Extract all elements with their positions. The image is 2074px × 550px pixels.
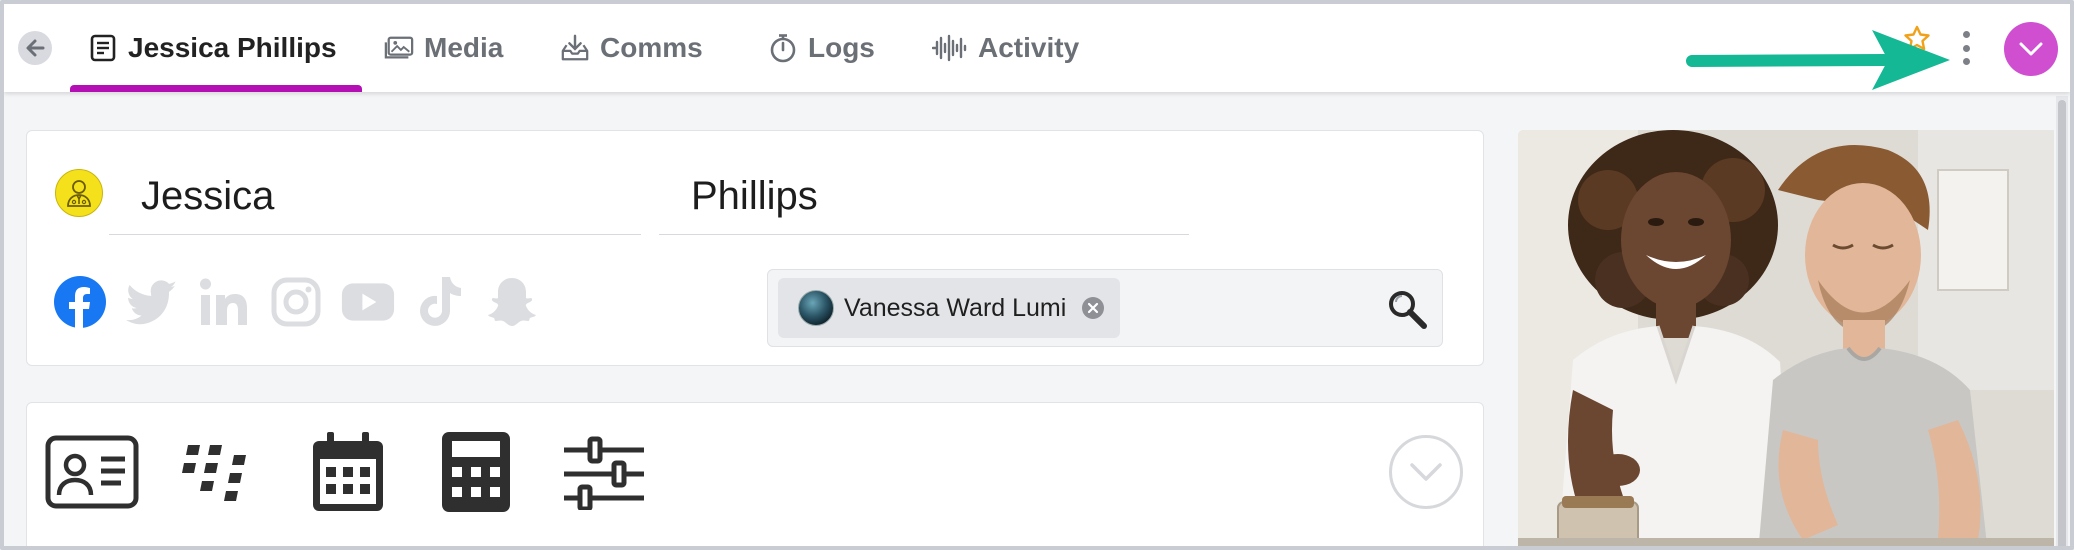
close-icon[interactable] — [1082, 297, 1105, 319]
facebook-icon[interactable] — [53, 275, 107, 329]
chevron-down-icon — [1410, 463, 1442, 481]
linked-contact-chip[interactable]: Vanessa Ward Lumi — [778, 278, 1120, 338]
tab-media[interactable]: Media — [384, 4, 503, 92]
waveform-icon — [932, 33, 968, 63]
arrow-left-icon — [26, 39, 45, 57]
avatar — [798, 290, 834, 326]
quick-tools-card — [26, 402, 1484, 546]
active-tab-indicator — [70, 85, 362, 92]
tab-logs[interactable]: Logs — [768, 4, 875, 92]
tab-label: Media — [424, 32, 504, 63]
instagram-icon[interactable] — [269, 275, 323, 329]
annotation-arrow-icon — [1686, 30, 1950, 90]
snapchat-icon[interactable] — [485, 275, 539, 329]
chevron-down-icon — [2019, 42, 2043, 56]
tab-jessica-phillips[interactable]: Jessica Phillips — [88, 4, 337, 92]
first-name-field[interactable]: Jessica — [109, 159, 641, 235]
tiktok-icon[interactable] — [413, 275, 467, 329]
scrollbar[interactable] — [2056, 96, 2068, 546]
document-icon — [88, 33, 118, 63]
blackberry-icon[interactable] — [173, 431, 267, 513]
stopwatch-icon — [768, 33, 798, 63]
expand-button[interactable] — [1389, 435, 1463, 509]
linked-contact-search[interactable]: Vanessa Ward Lumi — [767, 269, 1443, 347]
calendar-icon[interactable] — [301, 431, 395, 513]
quick-tools — [45, 431, 651, 513]
tab-activity[interactable]: Activity — [932, 4, 1079, 92]
tab-label: Comms — [600, 32, 703, 63]
sliders-icon[interactable] — [557, 431, 651, 513]
social-links — [53, 275, 539, 329]
tab-label: Activity — [978, 32, 1080, 63]
image-icon — [384, 33, 414, 63]
app-window: Jessica Phillips Media Comms Logs Activi… — [0, 0, 2074, 550]
linked-contact-name: Vanessa Ward Lumi — [844, 293, 1067, 322]
youtube-icon[interactable] — [341, 275, 395, 329]
inbox-download-icon — [560, 33, 590, 63]
last-name-field[interactable]: Phillips — [659, 159, 1189, 235]
contact-type-icon[interactable] — [55, 169, 103, 217]
search-icon[interactable] — [1386, 288, 1428, 330]
contact-photo — [1518, 130, 2054, 546]
calculator-icon[interactable] — [429, 431, 523, 513]
contact-card: Jessica Phillips Vanessa Ward Lumi — [26, 130, 1484, 366]
user-menu-button[interactable] — [2004, 22, 2058, 76]
tab-bar: Jessica Phillips Media Comms Logs Activi… — [4, 4, 2070, 92]
tab-comms[interactable]: Comms — [560, 4, 703, 92]
scrollbar-thumb[interactable] — [2058, 100, 2066, 546]
id-card-icon[interactable] — [45, 431, 139, 513]
twitter-icon[interactable] — [125, 275, 179, 329]
tab-label: Logs — [808, 32, 875, 63]
back-button[interactable] — [18, 31, 52, 65]
more-options-icon[interactable] — [1956, 28, 1976, 68]
linkedin-icon[interactable] — [197, 275, 251, 329]
tab-label: Jessica Phillips — [128, 32, 337, 63]
